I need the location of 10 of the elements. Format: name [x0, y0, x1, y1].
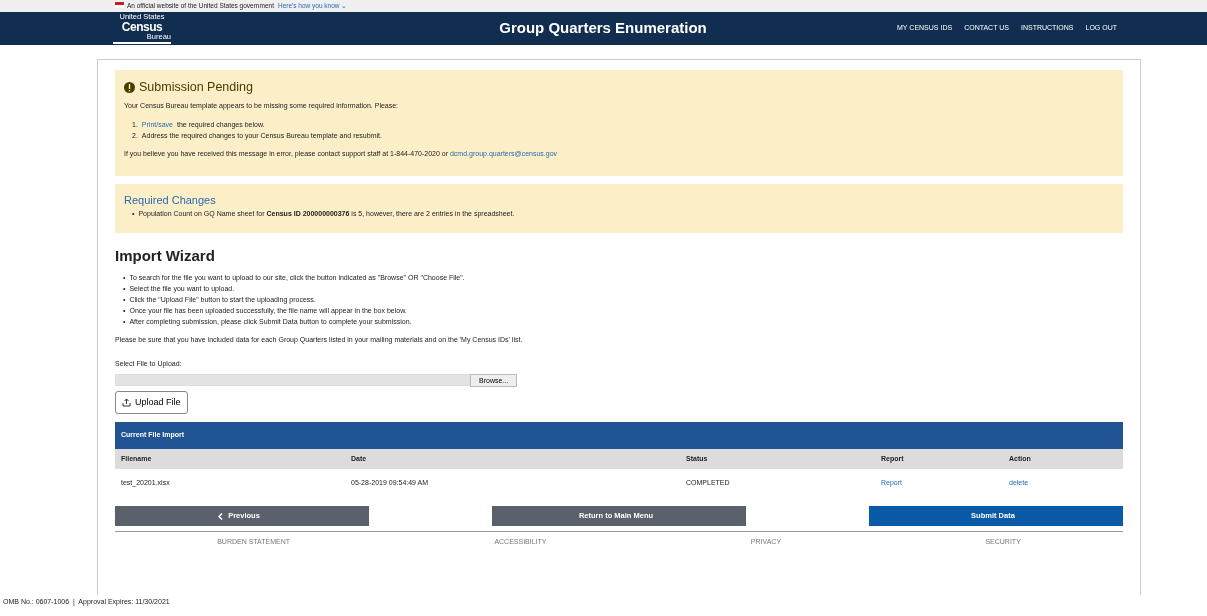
section-title: Required Changes [124, 192, 217, 208]
page-heading: Import Wizard [115, 246, 216, 267]
alert-title: Submission Pending [139, 79, 253, 96]
file-input-field[interactable] [115, 373, 470, 386]
upload-button[interactable]: Upload File [115, 390, 188, 415]
upload-icon [122, 398, 131, 407]
flag-icon [115, 2, 124, 8]
chevron-icon [218, 512, 224, 520]
app-title: Group Quarters Enumeration [499, 18, 707, 39]
warning-icon [124, 81, 135, 93]
